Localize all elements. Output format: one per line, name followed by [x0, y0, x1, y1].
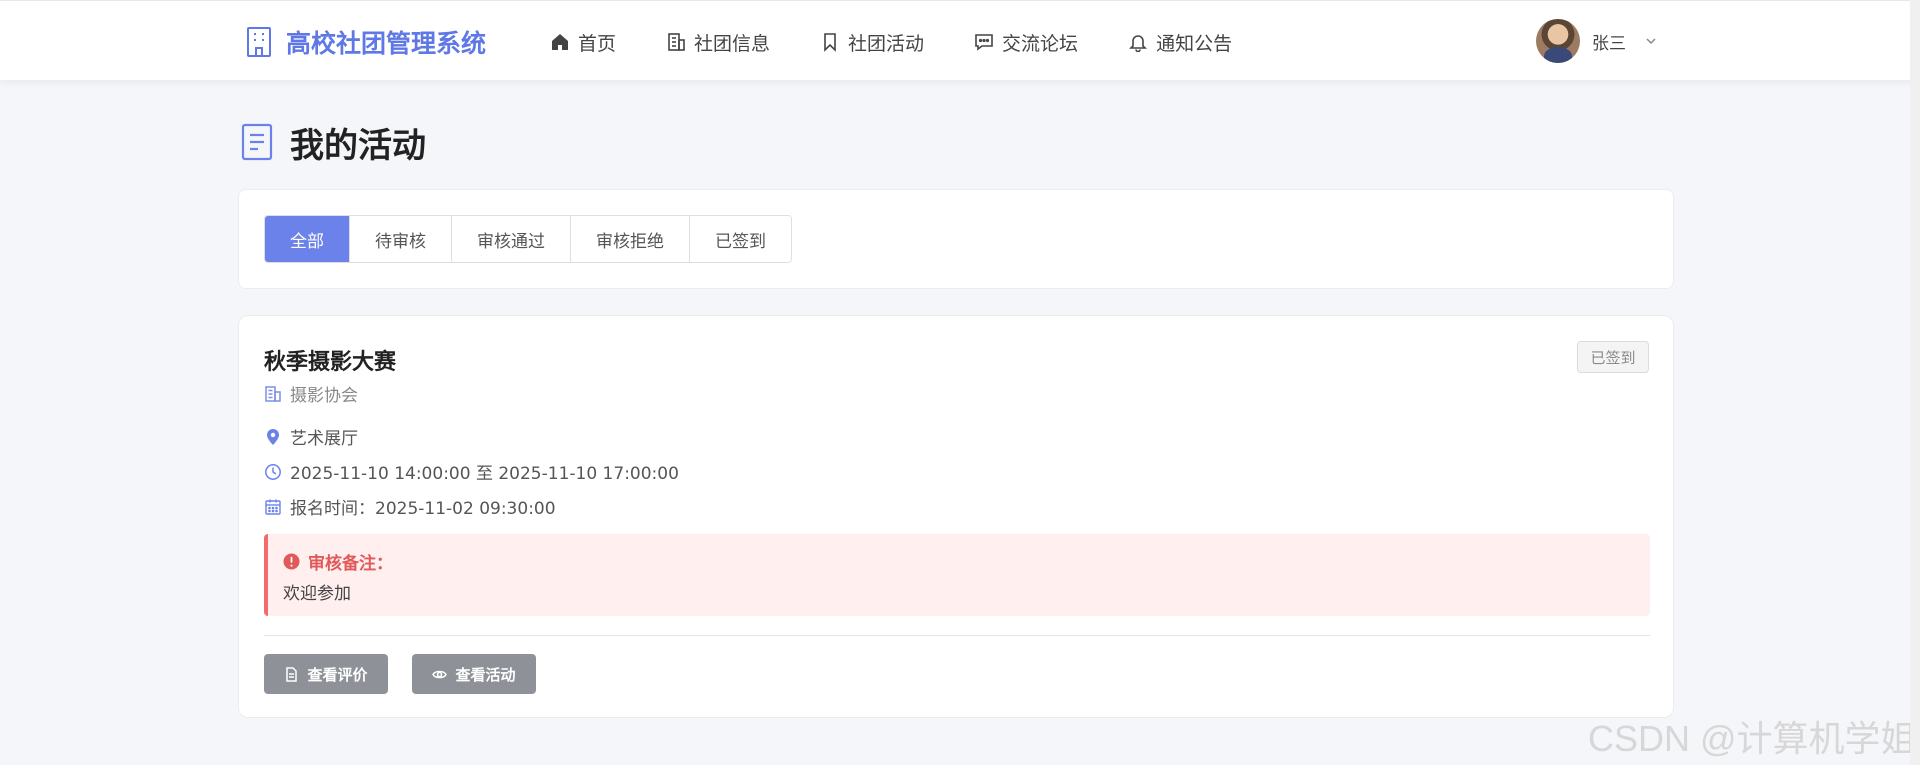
nav-item-clubs[interactable]: 社团信息 — [666, 29, 770, 56]
document-icon — [286, 666, 298, 682]
divider — [264, 635, 1650, 636]
view-review-label: 查看评价 — [307, 665, 368, 684]
chevron-down-icon[interactable] — [1644, 34, 1658, 48]
tab-approved[interactable]: 审核通过 — [451, 216, 570, 262]
watermark: CSDN @计算机学姐 — [1588, 718, 1917, 759]
nav-item-activities[interactable]: 社团活动 — [820, 29, 924, 56]
nav-label: 社团活动 — [848, 32, 925, 55]
nav-item-home[interactable]: 首页 — [550, 29, 616, 56]
tab-pending[interactable]: 待审核 — [349, 216, 451, 262]
nav-label: 交流论坛 — [1002, 32, 1079, 55]
nav-item-notices[interactable]: 通知公告 — [1128, 29, 1232, 56]
alert-circle-icon — [283, 553, 300, 570]
nav-label: 社团信息 — [694, 32, 771, 55]
tab-signed-in[interactable]: 已签到 — [689, 216, 791, 262]
eye-icon — [432, 670, 448, 678]
bookmark-icon — [824, 33, 836, 52]
page-title: 我的活动 — [290, 125, 426, 166]
building-icon — [668, 33, 685, 51]
document-icon — [241, 123, 273, 161]
nav-label: 通知公告 — [1156, 32, 1233, 55]
top-navbar: 高校社团管理系统 首页 社团信息 社团活动 交流论坛 通知公告 张三 — [0, 0, 1920, 80]
building-icon — [265, 385, 281, 402]
clock-icon — [265, 463, 281, 480]
location-text: 艺术展厅 — [290, 429, 358, 449]
status-badge: 已签到 — [1577, 341, 1649, 373]
chat-icon — [975, 34, 993, 51]
avatar[interactable] — [1536, 19, 1580, 63]
building-icon — [247, 27, 271, 57]
note-text: 欢迎参加 — [283, 584, 351, 604]
home-icon — [552, 34, 568, 50]
calendar-icon — [265, 499, 281, 515]
location-pin-icon — [267, 428, 279, 445]
status-tabs: 全部 待审核 审核通过 审核拒绝 已签到 — [264, 215, 792, 263]
activity-club: 摄影协会 — [264, 381, 358, 406]
filter-card: 全部 待审核 审核通过 审核拒绝 已签到 — [238, 189, 1674, 289]
scrollbar[interactable] — [1910, 0, 1920, 765]
note-title: 审核备注： — [283, 549, 393, 574]
signup-time-text: 报名时间：2025-11-02 09:30:00 — [290, 499, 556, 519]
tab-rejected[interactable]: 审核拒绝 — [570, 216, 689, 262]
activity-signup-time: 报名时间：2025-11-02 09:30:00 — [264, 494, 556, 519]
bell-icon — [1129, 35, 1147, 52]
review-note: 审核备注： 欢迎参加 — [264, 534, 1650, 616]
tab-all[interactable]: 全部 — [265, 216, 349, 262]
user-menu[interactable]: 张三 — [1536, 19, 1658, 63]
view-activity-button[interactable]: 查看活动 — [412, 654, 536, 694]
activity-card: 秋季摄影大赛 摄影协会 已签到 艺术展厅 2025-11-10 14:00:00… — [238, 315, 1674, 718]
club-name: 摄影协会 — [290, 386, 358, 406]
page-header: 我的活动 — [240, 120, 426, 166]
nav-item-forum[interactable]: 交流论坛 — [974, 29, 1078, 56]
activity-title: 秋季摄影大赛 — [264, 350, 397, 375]
nav-label: 首页 — [578, 32, 617, 55]
activity-time: 2025-11-10 14:00:00 至 2025-11-10 17:00:0… — [264, 459, 679, 484]
brand-logo[interactable]: 高校社团管理系统 — [244, 25, 486, 59]
main-nav: 首页 社团信息 社团活动 交流论坛 通知公告 — [550, 25, 1282, 59]
activity-location: 艺术展厅 — [264, 424, 358, 449]
brand-title: 高校社团管理系统 — [286, 29, 487, 58]
time-range-text: 2025-11-10 14:00:00 至 2025-11-10 17:00:0… — [290, 464, 679, 484]
user-name: 张三 — [1592, 33, 1626, 54]
view-activity-label: 查看活动 — [455, 665, 516, 684]
view-review-button[interactable]: 查看评价 — [264, 654, 388, 694]
note-title-text: 审核备注： — [308, 554, 393, 574]
